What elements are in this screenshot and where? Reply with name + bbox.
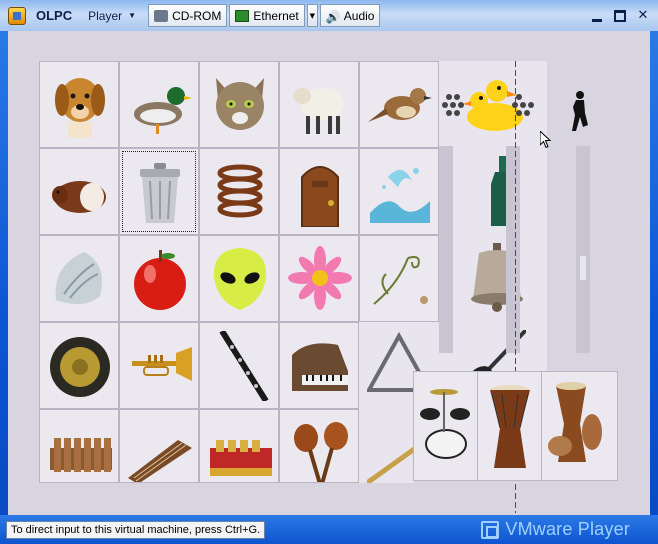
clarinet-icon bbox=[219, 331, 269, 401]
grid-cell-guinea-pig[interactable] bbox=[39, 148, 119, 235]
grid-cell-bird[interactable] bbox=[359, 61, 439, 148]
bottle-icon bbox=[491, 156, 519, 226]
grid-cell-maracas[interactable] bbox=[279, 409, 359, 483]
sheep-icon bbox=[293, 88, 344, 134]
grid-cell-flute[interactable] bbox=[359, 409, 414, 483]
maracas-icon bbox=[294, 422, 348, 482]
speaker-icon: 🔊 bbox=[325, 9, 341, 24]
device-toolbar: CD-ROM Ethernet ▼ 🔊 Audio bbox=[148, 4, 381, 28]
apple-icon bbox=[134, 250, 186, 310]
player-menu[interactable]: Player ▼ bbox=[88, 9, 136, 23]
vmware-brand: VMware Player bbox=[481, 519, 630, 540]
guest-screen[interactable] bbox=[8, 31, 650, 515]
flute-icon bbox=[367, 446, 414, 483]
scrollbar-thumb[interactable] bbox=[580, 256, 586, 280]
dog-icon bbox=[55, 78, 105, 138]
grid-cell-rubber-ducks[interactable] bbox=[439, 61, 547, 148]
minimize-icon[interactable] bbox=[590, 9, 604, 23]
scrollbar-right[interactable] bbox=[576, 146, 590, 353]
guinea-pig-icon bbox=[52, 181, 106, 213]
grid-cell-spring[interactable] bbox=[199, 148, 279, 235]
drum-kit-cell[interactable] bbox=[414, 372, 478, 480]
bird-icon bbox=[368, 88, 432, 122]
grid-cell-duck[interactable] bbox=[119, 61, 199, 148]
door-icon bbox=[301, 166, 339, 227]
mouse-cursor-icon bbox=[539, 129, 552, 153]
grid-cell-apple[interactable] bbox=[119, 235, 199, 322]
piano-icon bbox=[292, 343, 348, 391]
grid-cell-xylophone[interactable] bbox=[39, 409, 119, 483]
guzheng-icon bbox=[128, 440, 192, 482]
grid-cell-door[interactable] bbox=[279, 148, 359, 235]
ethernet-button[interactable]: Ethernet bbox=[229, 4, 305, 27]
bell-icon bbox=[471, 243, 523, 312]
network-icon bbox=[235, 9, 250, 22]
drum-kit-icon bbox=[420, 389, 470, 459]
seashell-icon bbox=[55, 252, 102, 305]
status-bar: To direct input to this virtual machine,… bbox=[0, 515, 658, 544]
trash-can-icon bbox=[140, 163, 180, 223]
grid-cell-trumpet[interactable] bbox=[119, 322, 199, 409]
cdrom-button[interactable]: CD-ROM bbox=[148, 4, 228, 27]
tendril-icon bbox=[373, 256, 428, 305]
alien-icon bbox=[213, 248, 267, 310]
grid-cell-gong[interactable] bbox=[39, 322, 119, 409]
scrollbar-middle[interactable] bbox=[506, 146, 520, 353]
gamelan-icon bbox=[210, 440, 272, 476]
grid-cell-tendril[interactable] bbox=[359, 235, 439, 322]
drum-panel bbox=[413, 371, 618, 481]
close-icon[interactable]: ✕ bbox=[636, 8, 650, 23]
vmware-logo-icon bbox=[481, 520, 500, 539]
djembe-icon bbox=[490, 385, 530, 468]
grid-cell-alien[interactable] bbox=[199, 235, 279, 322]
grid-cell-trash-can[interactable] bbox=[119, 148, 199, 235]
grid-cell-bell[interactable] bbox=[439, 235, 547, 322]
scrollbar-left[interactable] bbox=[439, 146, 453, 353]
cat-icon bbox=[216, 78, 264, 130]
runner-icon bbox=[570, 91, 588, 137]
grid-cell-seashell[interactable] bbox=[39, 235, 119, 322]
ethernet-dropdown[interactable]: ▼ bbox=[306, 4, 318, 27]
grid-cell-piano[interactable] bbox=[279, 322, 359, 409]
maximize-icon[interactable] bbox=[614, 9, 626, 22]
grid-cell-flower[interactable] bbox=[279, 235, 359, 322]
window-controls: ✕ bbox=[590, 8, 650, 23]
rubber-ducks-icon bbox=[442, 80, 534, 131]
cdrom-icon bbox=[154, 9, 169, 22]
xylophone-icon bbox=[50, 438, 112, 472]
grid-cell-gamelan[interactable] bbox=[199, 409, 279, 483]
djembe-cell[interactable] bbox=[478, 372, 542, 480]
grid-cell-dog[interactable] bbox=[39, 61, 119, 148]
drums-group-cell[interactable] bbox=[542, 372, 607, 480]
flower-icon bbox=[288, 246, 352, 310]
drums-group-icon bbox=[548, 382, 602, 462]
cdrom-label: CD-ROM bbox=[172, 8, 222, 23]
grid-cell-guzheng[interactable] bbox=[119, 409, 199, 483]
chevron-down-icon: ▼ bbox=[128, 11, 137, 20]
ethernet-label: Ethernet bbox=[253, 8, 299, 23]
water-splash-icon bbox=[370, 168, 430, 223]
grid-cell-clarinet[interactable] bbox=[199, 322, 279, 409]
player-menu-label: Player bbox=[88, 8, 123, 23]
brand-label: VMware Player bbox=[505, 519, 630, 539]
window-title: OLPC bbox=[36, 8, 73, 23]
grid-cell-water-splash[interactable] bbox=[359, 148, 439, 235]
vmware-app-icon[interactable] bbox=[8, 6, 26, 25]
spring-icon bbox=[217, 164, 263, 218]
title-bar[interactable]: OLPC Player ▼ CD-ROM Ethernet ▼ 🔊 Audio … bbox=[0, 0, 658, 31]
input-hint: To direct input to this virtual machine,… bbox=[6, 520, 266, 539]
vmware-window: OLPC Player ▼ CD-ROM Ethernet ▼ 🔊 Audio … bbox=[0, 0, 658, 544]
grid-cell-sheep[interactable] bbox=[279, 61, 359, 148]
grid-cell-bottle[interactable] bbox=[439, 148, 547, 235]
duck-icon bbox=[134, 87, 192, 134]
audio-label: Audio bbox=[343, 8, 375, 23]
trumpet-icon bbox=[132, 347, 192, 381]
gong-icon bbox=[50, 337, 110, 397]
audio-button[interactable]: 🔊 Audio bbox=[319, 4, 381, 27]
grid-cell-cat[interactable] bbox=[199, 61, 279, 148]
